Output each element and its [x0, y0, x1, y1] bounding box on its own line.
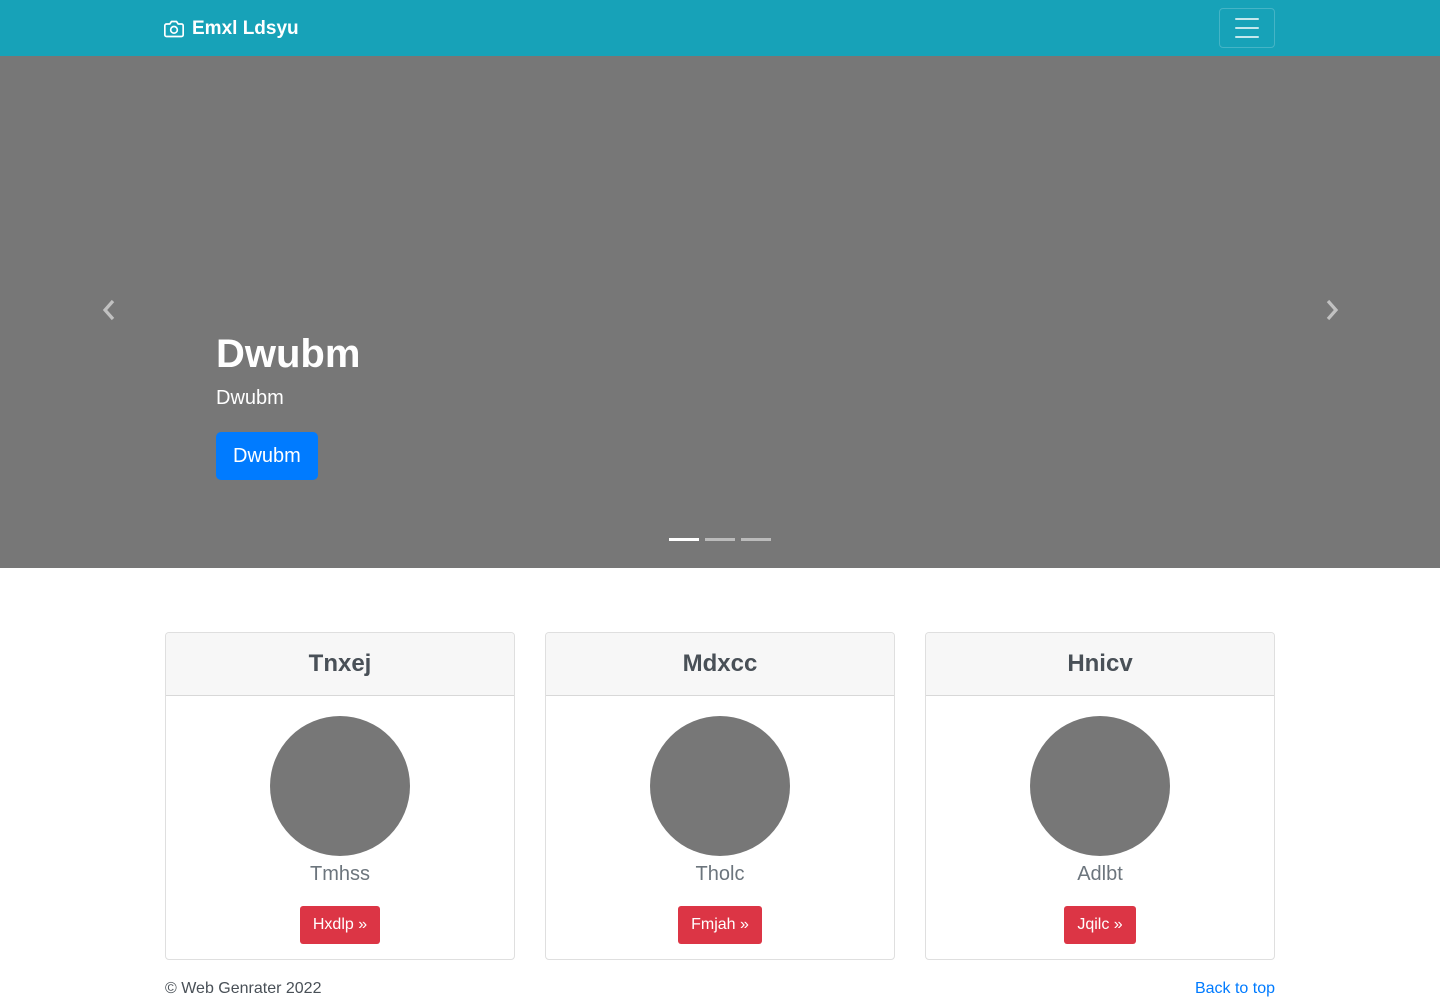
- chevron-right-icon: [1324, 299, 1340, 326]
- card-button[interactable]: Jqilc »: [1064, 906, 1136, 944]
- carousel-cta-button[interactable]: Dwubm: [216, 432, 318, 480]
- card-subtitle: Tmhss: [310, 863, 370, 885]
- card-body: Tholc Fmjah »: [546, 696, 894, 944]
- brand-name: Emxl Ldsyu: [192, 18, 299, 39]
- card-header: Tnxej: [166, 633, 514, 696]
- avatar: [1030, 716, 1170, 856]
- card: Mdxcc Tholc Fmjah »: [545, 632, 895, 960]
- card-body: Tmhss Hxdlp »: [166, 696, 514, 944]
- hamburger-menu-icon: [1235, 36, 1259, 38]
- carousel-title: Dwubm: [216, 332, 361, 376]
- chevron-left-icon: [101, 299, 117, 326]
- card-header: Hnicv: [926, 633, 1274, 696]
- carousel-prev-button[interactable]: [94, 296, 124, 328]
- carousel-caption: Dwubm Dwubm Dwubm: [216, 330, 360, 480]
- card-subtitle: Tholc: [695, 863, 745, 885]
- footer: © Web Genrater 2022 Back to top: [165, 978, 1275, 1000]
- back-to-top-link[interactable]: Back to top: [1195, 980, 1275, 998]
- navbar: Emxl Ldsyu: [0, 0, 1440, 56]
- carousel-subtitle: Dwubm: [216, 387, 284, 409]
- card-header: Mdxcc: [546, 633, 894, 696]
- carousel-indicator-1[interactable]: [669, 538, 699, 541]
- carousel-indicator-3[interactable]: [741, 538, 771, 541]
- card-button[interactable]: Fmjah »: [678, 906, 762, 944]
- card-subtitle: Adlbt: [1077, 863, 1123, 885]
- card: Hnicv Adlbt Jqilc »: [925, 632, 1275, 960]
- card-button[interactable]: Hxdlp »: [299, 906, 381, 944]
- hero-carousel: Dwubm Dwubm Dwubm: [0, 56, 1440, 568]
- carousel-indicators: [669, 538, 771, 541]
- copyright-text: © Web Genrater 2022: [165, 980, 322, 997]
- carousel-next-button[interactable]: [1317, 296, 1347, 328]
- carousel-indicator-2[interactable]: [705, 538, 735, 541]
- camera-icon: [164, 19, 184, 39]
- hamburger-menu-icon: [1235, 27, 1259, 29]
- card: Tnxej Tmhss Hxdlp »: [165, 632, 515, 960]
- navbar-toggler-button[interactable]: [1219, 8, 1275, 48]
- card-body: Adlbt Jqilc »: [926, 696, 1274, 944]
- cards-row: Tnxej Tmhss Hxdlp » Mdxcc Tholc Fmjah » …: [165, 632, 1275, 960]
- avatar: [650, 716, 790, 856]
- brand-link[interactable]: Emxl Ldsyu: [164, 16, 299, 42]
- hamburger-menu-icon: [1235, 18, 1259, 20]
- avatar: [270, 716, 410, 856]
